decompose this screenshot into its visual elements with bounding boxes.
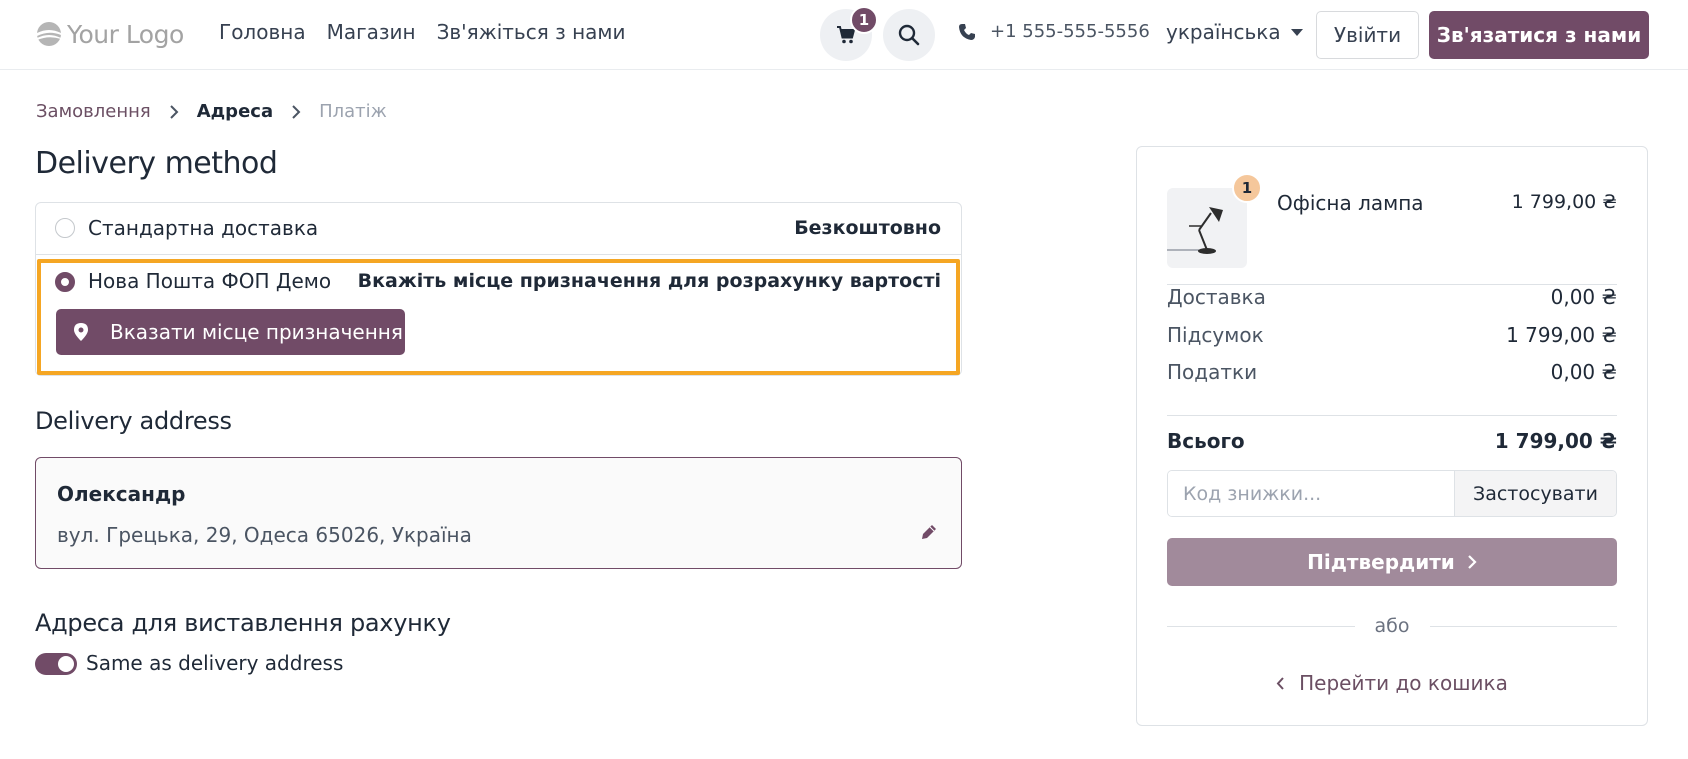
- logo-text: Your Logo: [67, 19, 184, 49]
- selected-option-highlight: [37, 259, 960, 375]
- summary-label: Доставка: [1167, 285, 1266, 309]
- address-name: Олександр: [57, 482, 186, 506]
- same-as-delivery-toggle[interactable]: [35, 653, 77, 675]
- order-summary: 1 Офісна лампа 1 799,00 ₴ Доставка 0,00 …: [1136, 146, 1648, 726]
- or-line-right: [1429, 625, 1617, 627]
- nav-contact[interactable]: Зв'яжіться з нами: [437, 20, 626, 44]
- search-icon: [898, 24, 920, 46]
- main-nav: Головна Магазин Зв'яжіться з нами: [219, 20, 626, 44]
- site-header: Your Logo Головна Магазин Зв'яжіться з н…: [0, 0, 1688, 70]
- nav-home[interactable]: Головна: [219, 20, 306, 44]
- chevron-left-icon: [1276, 676, 1284, 690]
- back-to-cart-label: Перейти до кошика: [1299, 671, 1508, 695]
- contact-us-button[interactable]: Зв'язатися з нами: [1429, 11, 1649, 59]
- same-as-delivery-label: Same as delivery address: [86, 651, 344, 675]
- delivery-address-card[interactable]: Олександр вул. Грецька, 29, Одеса 65026,…: [35, 457, 962, 569]
- delivery-method-list: Стандартна доставка Безкоштовно Нова Пош…: [35, 202, 962, 376]
- product-price: 1 799,00 ₴: [1511, 191, 1617, 213]
- apply-coupon-button[interactable]: Застосувати: [1454, 471, 1616, 516]
- summary-value: 0,00 ₴: [1550, 285, 1617, 309]
- radio-standard[interactable]: [55, 218, 75, 238]
- chevron-right-icon: [1468, 555, 1477, 569]
- summary-row-total: Всього 1 799,00 ₴: [1167, 429, 1617, 453]
- checkout-breadcrumb: Замовлення Адреса Платіж: [36, 101, 387, 122]
- summary-row-subtotal: Підсумок 1 799,00 ₴: [1167, 323, 1617, 347]
- pencil-icon[interactable]: [919, 522, 939, 546]
- product-image: [1167, 188, 1247, 268]
- total-value: 1 799,00 ₴: [1494, 429, 1617, 453]
- summary-value: 0,00 ₴: [1550, 360, 1617, 384]
- desk-lamp-icon: [1167, 207, 1223, 254]
- language-label: українська: [1166, 20, 1281, 44]
- summary-label: Податки: [1167, 360, 1258, 384]
- summary-row-shipping: Доставка 0,00 ₴: [1167, 277, 1617, 309]
- phone-number: +1 555-555-5556: [990, 21, 1150, 42]
- summary-value: 1 799,00 ₴: [1506, 323, 1617, 347]
- delivery-method-title: Delivery method: [35, 146, 278, 181]
- billing-address-title: Адреса для виставлення рахунку: [35, 609, 451, 637]
- cart-button[interactable]: 1: [820, 6, 878, 61]
- delivery-option-standard[interactable]: Стандартна доставка Безкоштовно: [36, 203, 961, 255]
- summary-label: Підсумок: [1167, 323, 1264, 347]
- or-line-left: [1167, 625, 1355, 627]
- logo[interactable]: Your Logo: [35, 16, 184, 52]
- login-button[interactable]: Увійти: [1316, 11, 1419, 59]
- breadcrumb-order[interactable]: Замовлення: [36, 101, 151, 122]
- logo-icon: [35, 20, 63, 48]
- delivery-option-price: Безкоштовно: [794, 217, 941, 239]
- summary-divider: [1167, 415, 1617, 416]
- confirm-button[interactable]: Підтвердити: [1167, 538, 1617, 586]
- coupon-form: Застосувати: [1167, 470, 1617, 517]
- chevron-right-icon: [169, 104, 179, 119]
- nav-shop[interactable]: Магазин: [327, 20, 416, 44]
- address-line: вул. Грецька, 29, Одеса 65026, Україна: [57, 523, 472, 547]
- cart-count-badge: 1: [850, 6, 878, 34]
- delivery-address-title: Delivery address: [35, 407, 232, 435]
- total-label: Всього: [1167, 429, 1245, 453]
- language-selector[interactable]: українська: [1166, 20, 1303, 44]
- delivery-option-label: Стандартна доставка: [88, 216, 319, 240]
- phone-link[interactable]: +1 555-555-5556: [958, 21, 1150, 42]
- or-separator: або: [1167, 615, 1617, 637]
- coupon-input[interactable]: [1168, 471, 1454, 516]
- product-name[interactable]: Офісна лампа: [1277, 191, 1424, 215]
- back-to-cart-link[interactable]: Перейти до кошика: [1137, 671, 1647, 695]
- breadcrumb-payment: Платіж: [319, 101, 387, 122]
- breadcrumb-address: Адреса: [196, 101, 274, 122]
- confirm-label: Підтвердити: [1307, 550, 1455, 574]
- summary-row-taxes: Податки 0,00 ₴: [1167, 360, 1617, 384]
- search-button[interactable]: [883, 9, 935, 61]
- or-text: або: [1374, 615, 1410, 637]
- product-quantity-badge: 1: [1232, 173, 1262, 203]
- caret-down-icon: [1290, 28, 1303, 36]
- phone-icon: [959, 23, 975, 40]
- chevron-right-icon: [291, 104, 301, 119]
